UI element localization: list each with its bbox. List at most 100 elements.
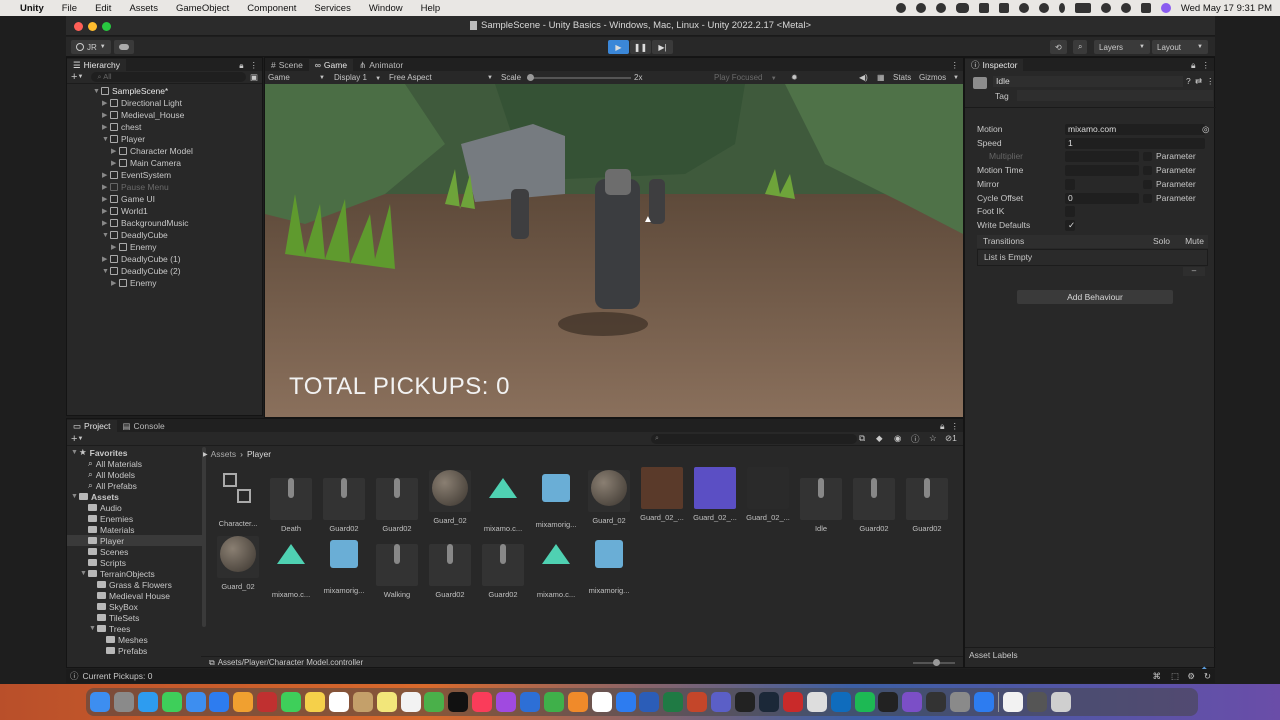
preset-icon[interactable]: ⇄ (1195, 76, 1202, 87)
star-icon[interactable]: ☆ (929, 433, 937, 444)
grid-icon[interactable]: ▦ (877, 73, 885, 82)
asset-item[interactable]: Guard02 (849, 467, 899, 533)
chevron-down-icon[interactable]: ▼ (102, 268, 110, 275)
object-picker-icon[interactable]: ◎ (1202, 124, 1209, 135)
progress-icon[interactable]: ⬚ (1171, 671, 1179, 682)
asset-item[interactable]: Guard02 (478, 533, 528, 599)
chevron-right-icon[interactable]: ▶ (102, 195, 110, 203)
checkbox[interactable] (1065, 206, 1075, 218)
minimize-window-button[interactable] (88, 22, 97, 31)
field-value[interactable] (1065, 165, 1139, 177)
keynote-icon[interactable] (520, 692, 541, 712)
trash-icon[interactable] (1050, 692, 1071, 712)
menu-edit[interactable]: Edit (95, 3, 111, 14)
chevron-down-icon[interactable]: ▼ (77, 74, 83, 80)
calendar-icon[interactable] (328, 692, 349, 712)
play-button[interactable]: ▶ (608, 40, 629, 54)
cache-icon[interactable]: ⌘ (1153, 671, 1162, 682)
downloads-icon[interactable] (1026, 692, 1047, 712)
music-icon[interactable] (472, 692, 493, 712)
save-search-icon[interactable]: ◉ (894, 433, 901, 444)
hierarchy-item[interactable]: ▼ DeadlyCube (2) (67, 265, 262, 277)
hierarchy-item[interactable]: ▶ chest (67, 121, 262, 133)
field-value[interactable] (1065, 151, 1139, 163)
menu-file[interactable]: File (62, 3, 77, 14)
display-icon[interactable] (978, 3, 989, 13)
audio-icon[interactable]: ◀) (859, 73, 868, 82)
gizmos-button[interactable]: Gizmos (919, 73, 946, 82)
photo-booth-icon[interactable] (257, 692, 278, 712)
asset-item[interactable]: mixamo.c... (531, 533, 581, 599)
visual-studio-icon[interactable] (902, 692, 923, 712)
parameter-checkbox[interactable] (1143, 179, 1152, 189)
add-behaviour-button[interactable]: Add Behaviour (1017, 290, 1173, 304)
chevron-down-icon[interactable]: ▼ (80, 570, 88, 577)
menu-services[interactable]: Services (314, 3, 350, 14)
aspect-dropdown[interactable]: Free Aspect (389, 73, 432, 82)
remove-transition-button[interactable]: – (1183, 267, 1205, 276)
account-dropdown[interactable]: JR ▼ (71, 40, 111, 54)
tab-scene[interactable]: # Scene (265, 59, 309, 71)
status-text[interactable]: Current Pickups: 0 (83, 671, 153, 681)
project-tree-item[interactable]: ⌕ All Models (67, 469, 203, 480)
more-icon[interactable]: ⋮ (1202, 60, 1211, 71)
user-icon[interactable] (1120, 3, 1131, 13)
hierarchy-item[interactable]: ▶ Directional Light (67, 97, 262, 109)
more-icon[interactable]: ⋮ (1206, 76, 1215, 87)
project-tree-item[interactable]: ▼ Assets (67, 491, 203, 502)
creative-cloud-icon[interactable] (915, 3, 926, 13)
maps-icon[interactable] (424, 692, 445, 712)
scale-slider[interactable] (527, 74, 631, 81)
tab-console[interactable]: ▤ Console (117, 420, 171, 432)
game-mode-dropdown[interactable]: Game (268, 73, 290, 82)
state-name-field[interactable]: Idle (993, 76, 1183, 87)
lock-icon[interactable]: 🔒︎ (940, 421, 945, 432)
scene-visibility-icon[interactable]: ▣ (250, 72, 258, 83)
menu-window[interactable]: Window (369, 3, 403, 14)
steam-icon[interactable] (758, 692, 779, 712)
chevron-right-icon[interactable]: ▶ (102, 99, 110, 107)
layers-dropdown[interactable]: Layers ▼ (1094, 40, 1150, 54)
refresh-icon[interactable]: ↻ (1204, 671, 1211, 682)
system-settings-icon[interactable] (950, 692, 971, 712)
unity-icon[interactable] (878, 692, 899, 712)
asset-item[interactable]: Guard_02_... (743, 467, 793, 522)
finder-folder-icon[interactable] (352, 692, 373, 712)
preview-icon[interactable] (591, 692, 612, 712)
unity-hub-icon[interactable] (935, 3, 946, 13)
chevron-right-icon[interactable]: ▶ (102, 183, 110, 191)
menu-gameobject[interactable]: GameObject (176, 3, 229, 14)
breadcrumb-assets[interactable]: Assets (211, 449, 237, 459)
zoom-window-button[interactable] (102, 22, 111, 31)
project-tree-item[interactable]: Enemies (67, 513, 203, 524)
hierarchy-item[interactable]: ▼ SampleScene* (67, 85, 262, 97)
chevron-right-icon[interactable]: ▶ (102, 171, 110, 179)
stats-button[interactable]: Stats (893, 73, 911, 82)
hierarchy-item[interactable]: ▶ DeadlyCube (1) (67, 253, 262, 265)
finder-icon[interactable] (90, 692, 110, 712)
menu-assets[interactable]: Assets (129, 3, 158, 14)
checkbox[interactable]: ✓ (1065, 219, 1075, 231)
spotify-icon[interactable] (854, 692, 875, 712)
asset-item[interactable]: mixamorig... (319, 533, 369, 595)
tab-hierarchy[interactable]: ☰ Hierarchy (67, 59, 126, 71)
chevron-right-icon[interactable]: ▶ (111, 279, 119, 287)
search-by-label-icon[interactable]: ◆ (876, 433, 883, 444)
asset-item[interactable]: Death (266, 467, 316, 533)
step-button[interactable]: ▶| (652, 40, 673, 54)
menu-component[interactable]: Component (247, 3, 296, 14)
game-view[interactable]: TOTAL PICKUPS: 0 ▲ (265, 84, 963, 417)
excel-icon[interactable] (663, 692, 684, 712)
teams-icon[interactable] (711, 692, 732, 712)
tag-field[interactable] (1017, 90, 1213, 101)
terminal-icon[interactable] (735, 692, 756, 712)
layout-dropdown[interactable]: Layout ▼ (1152, 40, 1208, 54)
wifi-icon[interactable] (1100, 3, 1111, 13)
tab-inspector[interactable]: ⓘ Inspector (965, 59, 1024, 71)
outlook-icon[interactable] (830, 692, 851, 712)
settings-icon[interactable]: ✹ (791, 73, 798, 82)
launchpad-icon[interactable] (113, 692, 134, 712)
siri-icon[interactable] (1160, 3, 1171, 13)
history-button[interactable]: ⟲ (1050, 40, 1067, 54)
pages-icon[interactable] (567, 692, 588, 712)
